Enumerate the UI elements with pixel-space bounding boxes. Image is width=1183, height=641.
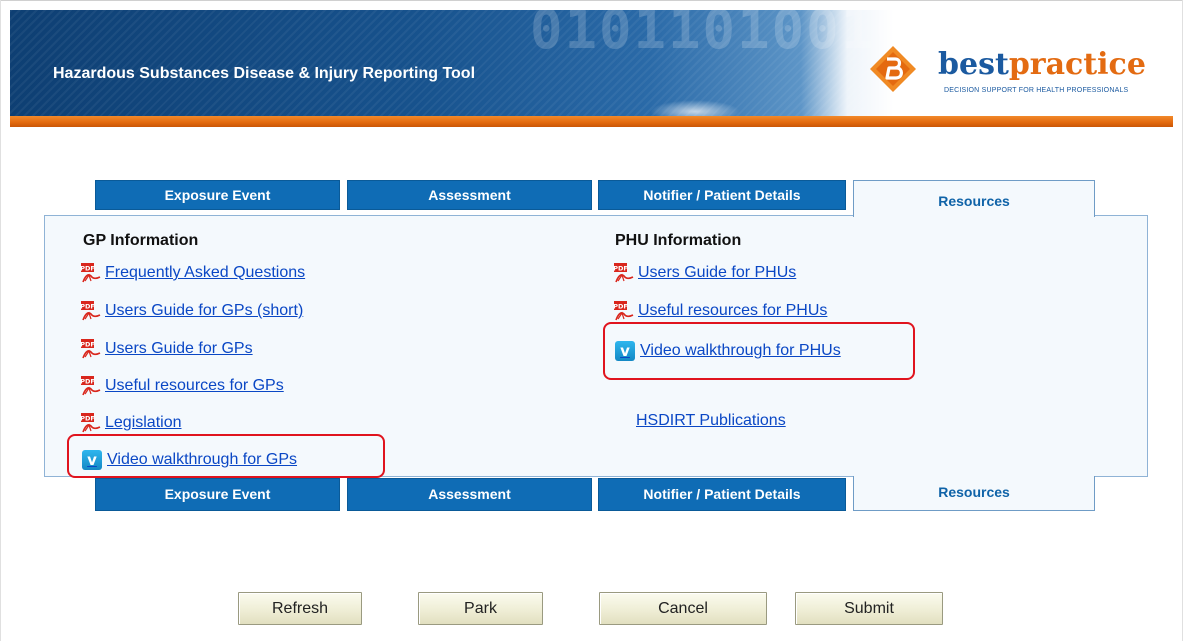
pdf-icon: PDF	[80, 376, 101, 396]
phu-information-heading: PHU Information	[615, 232, 742, 249]
window-border-left	[0, 0, 1, 641]
tab-resources[interactable]: Resources	[853, 180, 1095, 217]
vimeo-icon: v	[615, 341, 635, 361]
tab-bar-bottom: Exposure Event Assessment Notifier / Pat…	[0, 476, 1183, 511]
tab-notifier-patient-details[interactable]: Notifier / Patient Details	[598, 180, 846, 210]
pdf-icon: PDF	[613, 301, 634, 321]
tab-assessment-bottom[interactable]: Assessment	[347, 478, 592, 511]
cancel-button[interactable]: Cancel	[599, 592, 767, 625]
link-users-guide-gps-short[interactable]: PDF Users Guide for GPs (short)	[80, 300, 303, 322]
link-label: Users Guide for PHUs	[638, 264, 797, 281]
gp-information-heading: GP Information	[83, 232, 199, 249]
svg-text:PDF: PDF	[80, 303, 95, 311]
window-border-top	[0, 0, 1183, 1]
vimeo-icon: v	[82, 450, 102, 470]
svg-text:PDF: PDF	[80, 378, 95, 386]
pdf-icon: PDF	[80, 263, 101, 283]
link-legislation[interactable]: PDF Legislation	[80, 412, 182, 434]
link-label: Users Guide for GPs (short)	[105, 302, 304, 319]
logo-wordmark-accent: practice	[1008, 47, 1146, 82]
svg-text:PDF: PDF	[613, 265, 628, 273]
bestpractice-logo: bestpractice DECISION SUPPORT FOR HEALTH…	[868, 44, 1168, 108]
svg-text:PDF: PDF	[80, 341, 95, 349]
tab-exposure-event-bottom[interactable]: Exposure Event	[95, 478, 340, 511]
tab-assessment[interactable]: Assessment	[347, 180, 592, 210]
link-label: Users Guide for GPs	[105, 340, 253, 357]
link-useful-resources-phus[interactable]: PDF Useful resources for PHUs	[613, 300, 827, 322]
link-label: HSDIRT Publications	[636, 412, 786, 429]
pdf-icon: PDF	[80, 339, 101, 359]
link-hsdirt-publications[interactable]: HSDIRT Publications	[636, 412, 786, 430]
bestpractice-logo-mark-icon	[870, 46, 916, 92]
link-label: Video walkthrough for GPs	[107, 451, 298, 468]
pdf-icon: PDF	[80, 301, 101, 321]
svg-text:PDF: PDF	[613, 303, 628, 311]
header-banner: 0101101001010 Hazardous Substances Disea…	[10, 10, 1173, 123]
logo-wordmark-prefix: best	[938, 47, 1009, 82]
link-video-walkthrough-gps[interactable]: v Video walkthrough for GPs	[82, 450, 297, 470]
refresh-button[interactable]: Refresh	[238, 592, 362, 625]
link-label: Frequently Asked Questions	[105, 264, 306, 281]
resources-panel: GP Information PDF Frequently Asked Ques…	[44, 215, 1148, 477]
park-button[interactable]: Park	[418, 592, 543, 625]
logo-tagline: DECISION SUPPORT FOR HEALTH PROFESSIONAL…	[944, 87, 1129, 94]
tab-exposure-event[interactable]: Exposure Event	[95, 180, 340, 210]
tab-bar-top: Exposure Event Assessment Notifier / Pat…	[0, 180, 1183, 217]
submit-button[interactable]: Submit	[795, 592, 943, 625]
link-users-guide-phus[interactable]: PDF Users Guide for PHUs	[613, 262, 796, 284]
link-label: Useful resources for GPs	[105, 377, 284, 394]
svg-text:PDF: PDF	[80, 265, 95, 273]
tab-notifier-patient-details-bottom[interactable]: Notifier / Patient Details	[598, 478, 846, 511]
svg-text:PDF: PDF	[80, 415, 95, 423]
link-video-walkthrough-phus[interactable]: v Video walkthrough for PHUs	[615, 341, 841, 361]
header-orange-bar	[10, 116, 1173, 127]
tab-resources-bottom[interactable]: Resources	[853, 476, 1095, 511]
link-label: Useful resources for PHUs	[638, 302, 828, 319]
app-window: 0101101001010 Hazardous Substances Disea…	[0, 0, 1183, 641]
link-useful-resources-gps[interactable]: PDF Useful resources for GPs	[80, 375, 284, 397]
link-users-guide-gps[interactable]: PDF Users Guide for GPs	[80, 338, 253, 360]
link-frequently-asked-questions[interactable]: PDF Frequently Asked Questions	[80, 262, 305, 284]
logo-wordmark: bestpractice	[938, 48, 1146, 82]
pdf-icon: PDF	[80, 413, 101, 433]
pdf-icon: PDF	[613, 263, 634, 283]
app-title: Hazardous Substances Disease & Injury Re…	[53, 65, 476, 82]
link-label: Legislation	[105, 414, 182, 431]
link-label: Video walkthrough for PHUs	[640, 342, 841, 359]
